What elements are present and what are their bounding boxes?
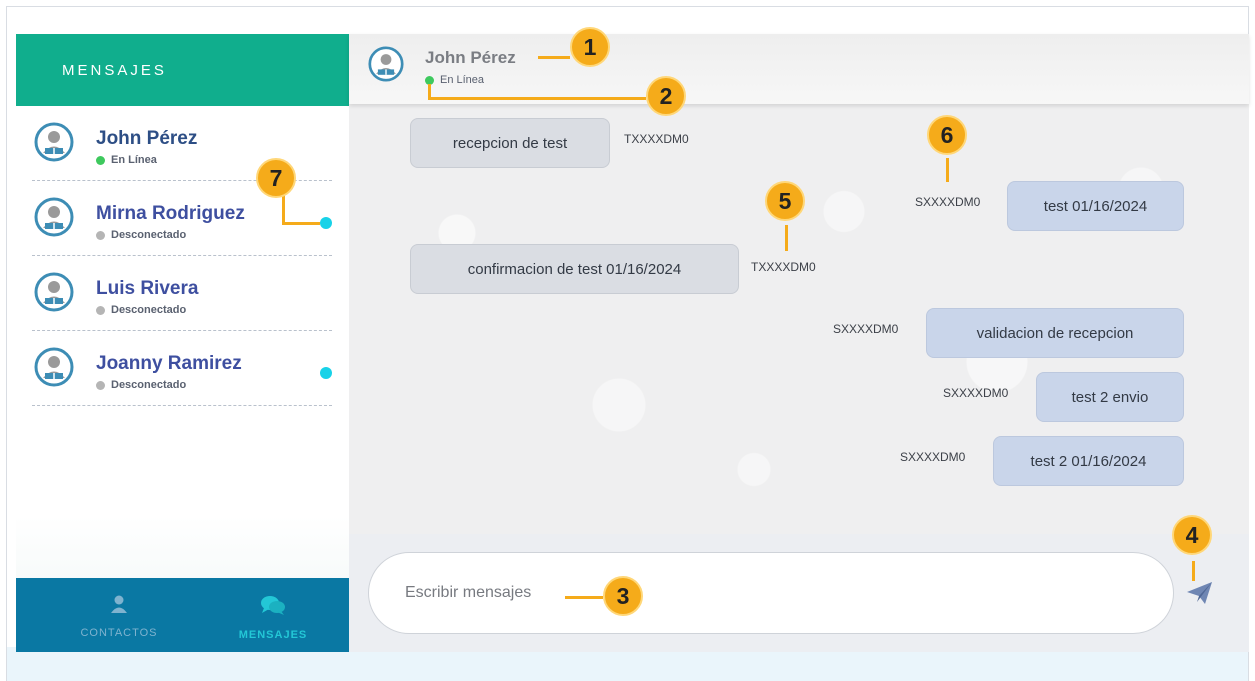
message-text: test 2 01/16/2024: [1030, 452, 1147, 470]
callout-badge-3: 3: [603, 576, 643, 616]
sidebar-title: MENSAJES: [16, 34, 349, 106]
avatar: [34, 197, 74, 242]
message-text: validacion de recepcion: [976, 324, 1134, 342]
message-text: recepcion de test: [452, 134, 568, 152]
tab-label: MENSAJES: [238, 629, 308, 641]
chat-contact-status-label: En Línea: [440, 74, 485, 86]
unread-indicator: [320, 217, 332, 229]
callout-leader-line: [565, 596, 603, 599]
offline-status-dot: [96, 230, 105, 240]
callout-badge-5: 5: [765, 181, 805, 221]
tab-label: CONTACTOS: [80, 627, 158, 639]
message-text: test 01/16/2024: [1043, 197, 1148, 215]
message-bubble-outgoing[interactable]: validacion de recepcion: [926, 308, 1184, 358]
message-sender-code: SXXXXDM0: [900, 450, 966, 464]
contact-status-label: Desconectado: [111, 304, 187, 316]
user-avatar-icon: [34, 272, 74, 312]
message-text: confirmacion de test 01/16/2024: [467, 260, 682, 278]
chat-contact-name: John Pérez: [425, 48, 516, 67]
contact-name: John Pérez: [96, 128, 198, 149]
user-avatar-icon: [368, 46, 404, 82]
user-avatar-icon: [34, 347, 74, 387]
message-composer: [349, 534, 1249, 652]
message-sender-code: SXXXXDM0: [833, 322, 899, 336]
person-icon: [109, 594, 129, 619]
callout-leader-line: [785, 225, 788, 251]
avatar: [34, 272, 74, 317]
callout-leader-line: [1192, 561, 1195, 581]
contact-status-label: En Línea: [111, 154, 157, 166]
message-bubble-outgoing[interactable]: test 2 01/16/2024: [993, 436, 1184, 486]
message-bubble-incoming[interactable]: recepcion de test: [410, 118, 610, 168]
callout-badge-1: 1: [570, 27, 610, 67]
callout-badge-4: 4: [1172, 515, 1212, 555]
callout-leader-line: [946, 158, 949, 182]
message-input[interactable]: [368, 552, 1174, 634]
online-status-dot: [96, 155, 105, 165]
contact-item-luis-rivera[interactable]: Luis Rivera Desconectado: [32, 256, 332, 331]
contact-name: Luis Rivera: [96, 278, 199, 299]
contact-status-label: Desconectado: [111, 379, 187, 391]
user-avatar-icon: [34, 197, 74, 237]
message-bubble-outgoing[interactable]: test 01/16/2024: [1007, 181, 1184, 231]
contact-name: Mirna Rodriguez: [96, 203, 245, 224]
chat-panel: recepcion de test TXXXXDM0 SXXXXDM0 test…: [349, 34, 1249, 652]
contact-status: Desconectado: [96, 229, 186, 241]
tab-contactos[interactable]: CONTACTOS: [54, 578, 184, 652]
message-bubble-outgoing[interactable]: test 2 envio: [1036, 372, 1184, 422]
user-avatar-icon: [34, 122, 74, 162]
chat-header: John Pérez En Línea: [349, 34, 1249, 104]
chat-messages-area[interactable]: recepcion de test TXXXXDM0 SXXXXDM0 test…: [349, 104, 1249, 534]
callout-leader-line: [538, 56, 570, 59]
unread-indicator: [320, 367, 332, 379]
message-sender-code: TXXXXDM0: [751, 260, 816, 274]
avatar: [368, 46, 404, 87]
contact-name: Joanny Ramirez: [96, 353, 242, 374]
offline-status-dot: [96, 305, 105, 315]
callout-badge-7: 7: [256, 158, 296, 198]
callout-leader-line: [428, 97, 646, 100]
contact-status: Desconectado: [96, 304, 186, 316]
tab-mensajes[interactable]: MENSAJES: [208, 578, 338, 652]
message-sender-code: SXXXXDM0: [915, 195, 981, 209]
callout-badge-2: 2: [646, 76, 686, 116]
callout-badge-6: 6: [927, 115, 967, 155]
bottom-tab-bar: CONTACTOS MENSAJES: [16, 578, 349, 652]
offline-status-dot: [96, 380, 105, 390]
chat-bubbles-icon: [260, 594, 286, 621]
contact-status-label: Desconectado: [111, 229, 187, 241]
chat-contact-status: En Línea: [425, 74, 484, 86]
callout-leader-line: [282, 222, 320, 225]
callout-leader-line: [282, 195, 285, 225]
paper-plane-icon[interactable]: [1185, 580, 1215, 611]
message-sender-code: TXXXXDM0: [624, 132, 689, 146]
contact-status: En Línea: [96, 154, 157, 166]
message-bubble-incoming[interactable]: confirmacion de test 01/16/2024: [410, 244, 739, 294]
message-text: test 2 envio: [1071, 388, 1149, 406]
message-sender-code: SXXXXDM0: [943, 386, 1009, 400]
avatar: [34, 347, 74, 392]
avatar: [34, 122, 74, 167]
contact-status: Desconectado: [96, 379, 186, 391]
sidebar: MENSAJES John Pérez En Línea Mirna Rodri…: [16, 34, 349, 652]
contact-item-joanny-ramirez[interactable]: Joanny Ramirez Desconectado: [32, 331, 332, 406]
